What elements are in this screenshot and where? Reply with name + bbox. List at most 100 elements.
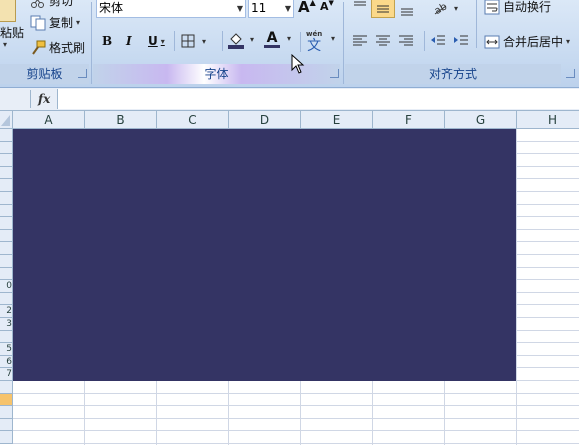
clipboard-launcher-icon[interactable] [78,69,87,78]
cut-button[interactable]: 剪切 [30,0,73,9]
merge-dropdown-icon[interactable]: ▾ [566,37,570,46]
font-color-dropdown[interactable]: ▾ [284,34,291,43]
name-box[interactable] [0,90,31,108]
formula-bar: fx [0,88,579,111]
font-color-label: A [266,30,278,46]
wrap-text-button[interactable]: 自动换行 [476,0,552,48]
align-center-button[interactable] [375,33,394,49]
row-header[interactable] [0,292,13,306]
shrink-font-button[interactable]: A ▼ [320,0,334,13]
italic-button[interactable]: I [126,34,132,48]
copy-label: 复制 [49,16,74,30]
row-header[interactable] [0,141,13,155]
wrap-text-icon [484,0,500,15]
align-middle-button[interactable] [371,0,395,18]
italic-label: I [126,34,132,48]
orientation-button[interactable]: ab ▾ [432,0,458,17]
row-header[interactable]: 0 [0,280,13,293]
decrease-indent-icon [430,33,446,49]
row-header[interactable] [0,154,13,167]
align-left-icon [352,33,368,49]
font-color-button[interactable]: A [264,31,280,48]
row-gridline [13,405,579,407]
column-header-f[interactable]: F [373,111,445,129]
row-header[interactable] [0,381,13,394]
paste-dropdown-icon[interactable]: ▾ [3,40,7,49]
alignment-launcher-icon[interactable] [566,69,575,78]
column-header-d[interactable]: D [229,111,301,129]
row-header[interactable] [0,255,13,268]
column-header-a[interactable]: A [13,111,85,129]
phonetic-dropdown[interactable]: ▾ [328,34,335,43]
bold-label: B [102,34,113,48]
row-header[interactable] [0,229,13,243]
paste-button[interactable]: 粘贴 ▾ [0,0,24,54]
format-painter-icon [30,40,46,56]
bold-button[interactable]: B [102,34,112,48]
column-header-c[interactable]: C [157,111,229,129]
grow-font-button[interactable]: A ▲ [298,0,316,16]
row-header[interactable] [0,179,13,192]
wrap-text-label: 自动换行 [503,0,552,14]
increase-indent-icon [453,33,469,49]
align-bottom-button[interactable] [399,0,418,16]
align-top-button[interactable] [352,0,371,10]
insert-function-button[interactable]: fx [38,90,54,108]
fill-color-dropdown-icon[interactable]: ▾ [250,35,254,44]
column-header-h[interactable]: H [517,111,579,129]
align-center-icon [375,33,391,49]
row-header[interactable]: 3 [0,318,13,331]
font-launcher-icon[interactable] [330,69,339,78]
paste-icon [0,0,16,22]
select-all-corner[interactable] [0,111,13,129]
align-middle-icon [375,0,391,16]
row-header[interactable] [0,393,13,407]
font-name-combo[interactable]: 宋体 ▼ [96,0,246,18]
row-header[interactable] [0,406,13,419]
row-header[interactable] [0,330,13,344]
decrease-indent-button[interactable] [424,31,449,51]
row-header[interactable] [0,166,13,180]
copy-icon [30,15,46,31]
column-header-b[interactable]: B [85,111,157,129]
align-right-button[interactable] [398,33,417,49]
row-header[interactable] [0,192,13,205]
row-header[interactable] [0,204,13,218]
row-header[interactable] [0,217,13,230]
row-header[interactable] [0,431,13,444]
chevron-down-icon: ▼ [236,4,243,13]
borders-dropdown-icon[interactable]: ▾ [202,37,206,46]
font-color-swatch [264,45,280,48]
row-header[interactable]: 7 [0,368,13,381]
underline-dropdown-icon[interactable]: ▾ [161,37,165,46]
orientation-dropdown-icon[interactable]: ▾ [454,4,458,13]
fill-color-button[interactable]: ▾ [222,31,254,51]
format-painter-button[interactable]: 格式刷 [30,39,85,56]
group-separator [343,2,344,84]
filled-cell-range[interactable] [13,129,516,381]
copy-dropdown-icon[interactable]: ▾ [76,18,80,27]
row-header[interactable]: 6 [0,355,13,369]
row-header[interactable] [0,242,13,255]
row-header[interactable] [0,418,13,432]
copy-button[interactable]: 复制 ▾ [30,14,80,31]
align-left-button[interactable] [352,33,371,49]
formula-input[interactable] [57,89,579,109]
row-header[interactable] [0,129,13,142]
phonetic-button[interactable]: wén 文 [300,30,322,53]
row-header[interactable]: 2 [0,305,13,318]
alignment-group-label: 对齐方式 [345,64,561,84]
font-size-value: 11 [251,1,267,15]
font-size-combo[interactable]: 11 ▼ [248,0,294,18]
column-header-e[interactable]: E [301,111,373,129]
row-header[interactable]: 5 [0,343,13,356]
row-gridline [13,430,579,432]
row-header[interactable] [0,267,13,281]
row-gridline [13,443,579,444]
merge-center-button[interactable]: 合并后居中 ▾ [484,33,570,50]
underline-button[interactable]: U ▾ [148,34,165,48]
borders-button[interactable]: ▾ [174,31,206,51]
column-header-g[interactable]: G [445,111,517,129]
align-top-icon [352,0,368,10]
increase-indent-button[interactable] [453,33,472,49]
